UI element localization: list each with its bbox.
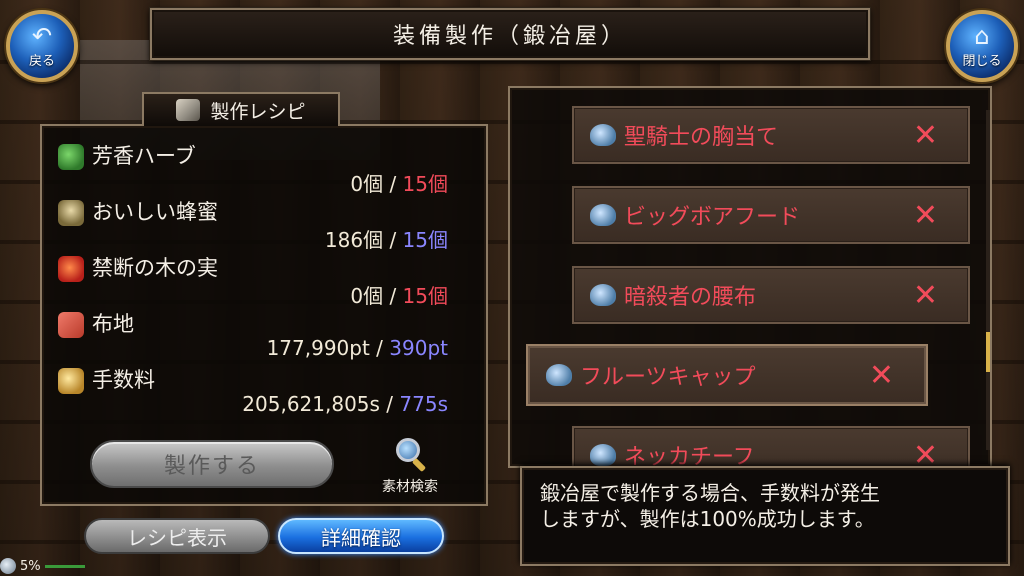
material-separator: /	[383, 228, 403, 252]
material-row: 芳香ハーブ 0個 / 15個	[56, 140, 456, 196]
page-title: 装備製作（鍛冶屋）	[392, 24, 627, 49]
material-row: 手数料 205,621,805s / 775s	[56, 364, 456, 420]
list-item-selected[interactable]: フルーツキャップ ✕	[528, 346, 926, 404]
unavailable-icon: ✕	[912, 438, 938, 468]
list-scroll-thumb[interactable]	[986, 332, 990, 372]
material-name: 手数料	[92, 368, 155, 392]
unavailable-icon: ✕	[912, 278, 938, 313]
material-quantity: 177,990pt / 390pt	[267, 336, 448, 360]
detail-button-label: 詳細確認	[321, 525, 401, 550]
herb-icon	[58, 144, 84, 170]
material-separator: /	[383, 284, 403, 308]
material-name: 布地	[92, 312, 134, 336]
fruit-icon	[58, 256, 84, 282]
list-item[interactable]: ネッカチーフ ✕	[572, 426, 970, 468]
battery-icon	[0, 558, 16, 574]
list-item-name: フルーツキャップ	[580, 365, 756, 390]
battery-bar	[44, 564, 85, 568]
material-row: おいしい蜂蜜 186個 / 15個	[56, 196, 456, 252]
recipe-show-button[interactable]: レシピ表示	[84, 518, 270, 554]
message-box: 鍛冶屋で製作する場合、手数料が発生 しますが、製作は100%成功します。	[520, 466, 1010, 566]
helmet-icon	[590, 124, 616, 146]
unavailable-icon: ✕	[912, 118, 938, 153]
list-item-name: 暗殺者の腰布	[624, 285, 757, 310]
list-item-name: ネッカチーフ	[624, 445, 755, 468]
material-quantity: 0個 / 15個	[350, 168, 448, 197]
material-have: 0個	[350, 284, 384, 308]
material-have: 0個	[350, 172, 384, 196]
helmet-icon	[590, 204, 616, 226]
material-quantity: 0個 / 15個	[350, 280, 448, 309]
close-button[interactable]: ⌂ 閉じる	[946, 10, 1018, 82]
material-separator: /	[383, 172, 403, 196]
coin-icon	[58, 368, 84, 394]
recipe-tab-label: 製作レシピ	[210, 100, 306, 123]
back-button-label: 戻る	[28, 53, 55, 69]
battery-status: 5%	[0, 556, 85, 576]
material-name: 禁断の木の実	[92, 256, 218, 280]
cloth-icon	[58, 312, 84, 338]
material-name: おいしい蜂蜜	[92, 200, 218, 224]
material-search-button[interactable]: 素材検索	[368, 436, 452, 498]
material-need: 15個	[402, 284, 448, 308]
craft-button[interactable]: 製作する	[90, 440, 334, 488]
title-bar: 装備製作（鍛冶屋）	[149, 7, 871, 61]
material-row: 禁断の木の実 0個 / 15個	[56, 252, 456, 308]
message-line: 鍛冶屋で製作する場合、手数料が発生	[540, 481, 880, 505]
unavailable-icon: ✕	[868, 358, 894, 393]
material-quantity: 186個 / 15個	[325, 224, 448, 253]
material-name: 芳香ハーブ	[92, 144, 196, 168]
back-button[interactable]: ↶ 戻る	[6, 10, 78, 82]
helmet-icon	[546, 364, 572, 386]
material-separator: /	[369, 336, 390, 360]
craft-button-label: 製作する	[163, 454, 260, 479]
list-item[interactable]: ビッグボアフード ✕	[572, 186, 970, 244]
material-need: 15個	[402, 228, 448, 252]
honey-icon	[58, 200, 84, 226]
unavailable-icon: ✕	[912, 198, 938, 233]
material-have: 186個	[324, 228, 384, 252]
material-have: 177,990pt	[266, 336, 370, 360]
material-need: 775s	[399, 392, 448, 416]
detail-button[interactable]: 詳細確認	[278, 518, 444, 554]
recipe-tab: 製作レシピ	[142, 92, 340, 126]
message-line: しますが、製作は100%成功します。	[540, 507, 875, 531]
material-quantity: 205,621,805s / 775s	[242, 392, 448, 416]
list-item[interactable]: 聖騎士の胸当て ✕	[572, 106, 970, 164]
recipe-book-icon	[176, 99, 201, 121]
list-item-name: ビッグボアフード	[624, 205, 801, 230]
recipe-show-label: レシピ表示	[127, 525, 227, 550]
close-button-label: 閉じる	[962, 53, 1002, 69]
equipment-list-panel: 聖騎士の胸当て ✕ ビッグボアフード ✕ 暗殺者の腰布 ✕ フルーツキャップ ✕…	[508, 86, 992, 468]
material-row: 布地 177,990pt / 390pt	[56, 308, 456, 364]
helmet-icon	[590, 444, 616, 466]
list-item[interactable]: 暗殺者の腰布 ✕	[572, 266, 970, 324]
material-need: 15個	[402, 172, 448, 196]
material-have: 205,621,805s	[242, 392, 380, 416]
list-item-name: 聖騎士の胸当て	[624, 125, 779, 150]
home-icon: ⌂	[974, 21, 990, 50]
list-scrollbar[interactable]	[986, 110, 990, 450]
material-search-label: 素材検索	[382, 479, 438, 495]
helmet-icon	[590, 284, 616, 306]
material-separator: /	[379, 392, 400, 416]
magnifier-icon	[394, 436, 427, 473]
back-arrow-icon: ↶	[31, 21, 53, 50]
material-need: 390pt	[389, 336, 448, 360]
battery-percent: 5%	[20, 558, 41, 574]
